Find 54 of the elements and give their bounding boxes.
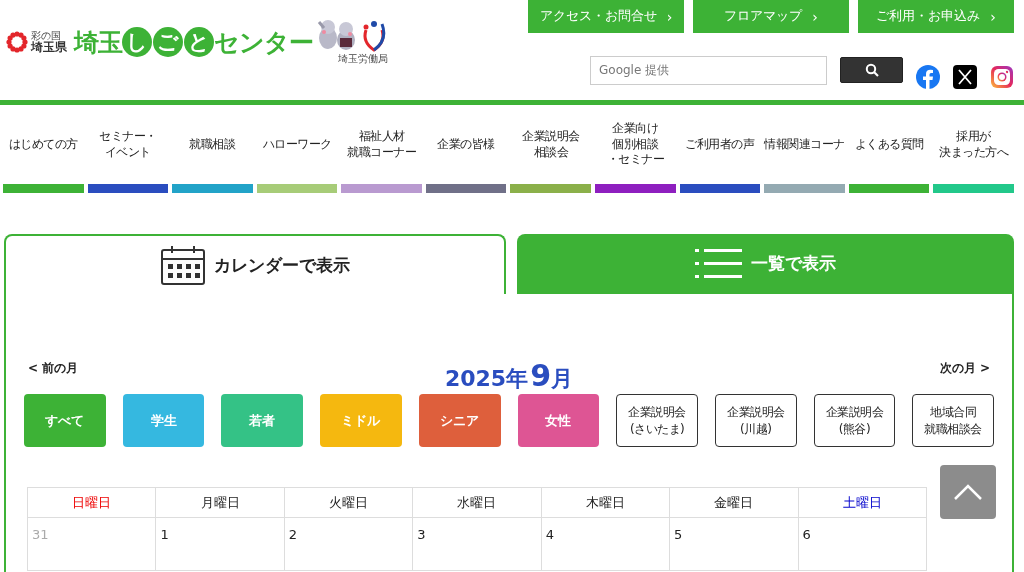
- nav-link[interactable]: 就職相談: [189, 105, 236, 184]
- category-filter-button[interactable]: 女性: [517, 394, 600, 447]
- mascot-drawing: [316, 18, 388, 52]
- scroll-top-button[interactable]: [940, 465, 996, 519]
- day-number: 2: [288, 527, 298, 542]
- day-number: 1: [160, 527, 169, 542]
- category-filter-button[interactable]: 地域合同 就職相談会: [912, 394, 995, 447]
- nav-link[interactable]: 企業の皆様: [437, 105, 495, 184]
- bureau-label: 埼玉労働局: [338, 52, 388, 66]
- nav-link[interactable]: 情報関連コーナ: [764, 105, 845, 184]
- x-social-icon[interactable]: [953, 65, 977, 89]
- weekday-header: 日曜日: [72, 494, 112, 510]
- day-number: 6: [802, 527, 811, 542]
- category-filter-button[interactable]: 企業説明会 (熊谷): [813, 394, 896, 447]
- category-filter-button[interactable]: 企業説明会 (さいたま): [616, 394, 698, 447]
- category-filter-button[interactable]: シニア: [418, 394, 501, 447]
- search-button[interactable]: [840, 57, 903, 83]
- facebook-icon[interactable]: [916, 65, 940, 89]
- logo-title-part: 埼玉: [74, 26, 122, 59]
- weekday-header: 金曜日: [714, 494, 754, 510]
- weekday-header: 木曜日: [585, 494, 625, 510]
- list-icon: [694, 247, 743, 279]
- nav-link[interactable]: よくある質問: [854, 105, 924, 184]
- view-tab[interactable]: カレンダーで表示: [4, 234, 506, 294]
- weekday-header: 月曜日: [200, 494, 240, 510]
- prefecture-name: 埼玉県: [31, 41, 67, 53]
- logo-title-part: しごと: [122, 27, 214, 57]
- instagram-icon[interactable]: [990, 65, 1014, 89]
- nav-link[interactable]: 企業説明会 相談会: [522, 105, 580, 184]
- region-label: 彩の国: [31, 31, 62, 41]
- nav-link[interactable]: 採用が 決まった方へ: [939, 105, 1009, 184]
- next-month-link[interactable]: 次の月 >: [939, 360, 990, 377]
- month-title: 2025年9月: [444, 358, 574, 394]
- logo-title-part: センター: [214, 26, 313, 59]
- search-field[interactable]: Google 提供: [590, 55, 827, 85]
- category-filter-button[interactable]: 企業説明会 (川越): [714, 394, 797, 447]
- nav-link[interactable]: 福祉人材 就職コーナー: [347, 105, 417, 184]
- nav-link[interactable]: はじめての方: [8, 105, 78, 184]
- nav-link[interactable]: ご利用者の声: [685, 105, 755, 184]
- calendar-icon: [159, 245, 206, 285]
- nav-link[interactable]: ハローワーク: [262, 105, 332, 184]
- day-number: 31: [32, 527, 49, 542]
- search-icon: [864, 63, 879, 77]
- day-number: 4: [545, 527, 554, 542]
- weekday-header: 水曜日: [457, 494, 497, 510]
- chevron-up-icon: [953, 483, 983, 501]
- previous-month-link[interactable]: < 前の月: [28, 360, 79, 377]
- day-number: 3: [417, 527, 426, 542]
- weekday-header: 土曜日: [842, 494, 882, 510]
- nav-link[interactable]: 企業向け 個別相談 ・セミナー: [606, 105, 665, 184]
- day-number: 5: [674, 527, 683, 542]
- weekday-header: 火曜日: [329, 494, 369, 510]
- flower-emblem-icon: [6, 31, 28, 53]
- nav-link[interactable]: セミナー・ イベント: [99, 105, 157, 184]
